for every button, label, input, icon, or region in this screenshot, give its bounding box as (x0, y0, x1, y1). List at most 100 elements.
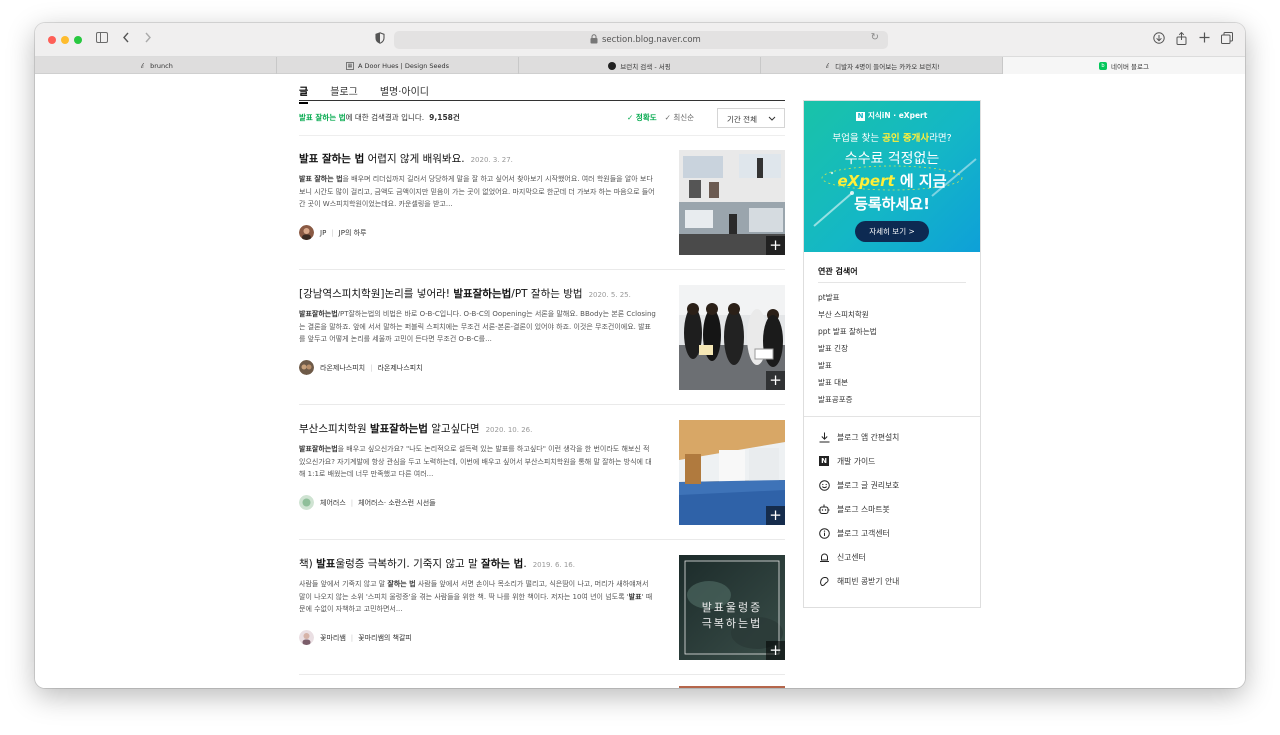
happybean-link[interactable]: 해피빈 콩받기 안내 (818, 575, 899, 587)
url-text: section.blog.naver.com (602, 35, 701, 45)
list-item-partial (679, 686, 785, 688)
avatar (299, 630, 314, 645)
period-label: 기간 전체 (727, 115, 757, 124)
related-search-item[interactable]: 부산 스피치학원 (818, 309, 869, 320)
privacy-shield-icon[interactable] (375, 32, 385, 49)
tab-design-seeds[interactable]: ▦ A Door Hues | Design Seeds (277, 57, 519, 74)
result-snippet: 발표 잘하는 법을 배우며 리더십까지 길러서 당당하게 말을 잘 하고 싶어서… (299, 173, 657, 211)
dev-guide-link[interactable]: N 개발 가이드 (818, 455, 875, 467)
sort-accuracy[interactable]: ✓ 정확도 (627, 112, 657, 123)
add-icon[interactable]: + (766, 236, 785, 255)
tab-label: 네이버 블로그 (1111, 62, 1149, 71)
related-search-item[interactable]: 발표공포증 (818, 394, 853, 405)
blog-name: JP의 하루 (338, 228, 367, 237)
add-icon[interactable]: + (766, 371, 785, 390)
list-item[interactable]: 책) 발표울렁증 극복하기. 기죽지 않고 말 잘하는 법. 2019. 6. 1… (299, 541, 785, 675)
list-item[interactable]: 발표 잘하는 법 어렵지 않게 배워봐요. 2020. 3. 27. 발표 잘하는… (299, 136, 785, 270)
customer-center-link[interactable]: 블로그 고객센터 (818, 527, 890, 539)
related-search-item[interactable]: ppt 발표 잘하는법 (818, 326, 877, 337)
tab-naver-blog[interactable]: b 네이버 블로그 (1003, 57, 1245, 74)
ad-l1-highlight: 공인 중개사 (882, 133, 930, 144)
result-title-text: 발표 잘하는 법 어렵지 않게 배워봐요. (299, 153, 465, 165)
result-summary: 발표 잘하는 법에 대한 검색결과 입니다. 9,158건 (299, 112, 460, 123)
tab-overview-icon[interactable] (1221, 32, 1233, 49)
related-search-item[interactable]: 발표 (818, 360, 832, 371)
related-search-item[interactable]: pt발표 (818, 292, 840, 303)
highlight-text: 발표잘하는법 (369, 423, 428, 435)
result-title[interactable]: 책) 발표울렁증 극복하기. 기죽지 않고 말 잘하는 법. 2019. 6. 1… (299, 556, 674, 571)
highlight-text: 발표 잘하는 법 (299, 175, 343, 183)
result-author[interactable]: 꽃마리쌤 | 꽃마리쌤의 책갈피 (299, 630, 412, 645)
highlight-text: 발표잘하는법 (453, 288, 512, 300)
result-date: 2020. 5. 25. (588, 291, 631, 299)
share-icon[interactable] (1176, 31, 1187, 50)
lock-icon (590, 34, 598, 44)
related-search-item[interactable]: 발표 긴장 (818, 343, 848, 354)
period-select[interactable]: 기간 전체 (717, 108, 785, 128)
link-label: 블로그 앱 간편설치 (837, 432, 900, 442)
check-icon: ✓ (627, 113, 634, 122)
author-name: 라온제나스피치 (320, 363, 366, 372)
sort-accuracy-label: 정확도 (635, 113, 657, 122)
result-title[interactable]: [강남역스피치학원]논리를 넣어라! 발표잘하는법/PT 잘하는 방법 2020.… (299, 286, 674, 301)
author-name: 체어러스 (320, 498, 346, 507)
result-date: 2019. 6. 16. (532, 561, 575, 569)
bell-icon (818, 551, 830, 563)
result-author[interactable]: 체어러스 | 체어러스· 소란스런 시선들 (299, 495, 436, 510)
smartbot-link[interactable]: 블로그 스마트봇 (818, 503, 890, 515)
ad-detail-button[interactable]: 자세히 보기 > (855, 221, 929, 242)
text-segment: 사람들 앞에서 기죽지 않고 말 (299, 580, 388, 588)
back-icon[interactable] (122, 32, 130, 48)
text-segment: 울렁증 극복하기. 기죽지 않고 말 (335, 558, 482, 570)
tab-kakao-brunch[interactable]: 𝒷 디발자 4명이 들어보는 카카오 브런치! (761, 57, 1003, 74)
sidebar-toggle-icon[interactable] (96, 32, 108, 48)
author-name: 꽃마리쌤 (320, 633, 346, 642)
smile-icon (818, 479, 830, 491)
list-item[interactable]: [강남역스피치학원]논리를 넣어라! 발표잘하는법/PT 잘하는 방법 2020.… (299, 271, 785, 405)
download-icon (818, 431, 830, 443)
address-bar[interactable]: section.blog.naver.com ↻ (394, 31, 888, 49)
bean-icon (818, 575, 830, 587)
dark-circle-icon (608, 61, 617, 70)
separator: | (350, 633, 354, 642)
highlight-text: 잘하는 법 (481, 558, 524, 570)
new-tab-icon[interactable] (1199, 32, 1210, 48)
minimize-window-button[interactable] (61, 36, 69, 44)
list-item[interactable]: 부산스피치학원 발표잘하는법 알고싶다면 2020. 10. 26. 발표잘하는법… (299, 406, 785, 540)
add-icon[interactable]: + (766, 641, 785, 660)
forward-icon[interactable] (144, 32, 152, 48)
result-title[interactable]: 발표 잘하는 법 어렵지 않게 배워봐요. 2020. 3. 27. (299, 151, 674, 166)
sidebar-divider (804, 416, 980, 417)
result-thumbnail[interactable]: 발표울렁증 극복하는법 + (679, 555, 785, 660)
ad-headline-4: 등록하세요! (854, 195, 930, 213)
result-date: 2020. 3. 27. (470, 156, 513, 164)
expert-logo-text: eXpert (837, 172, 895, 190)
result-thumbnail[interactable]: + (679, 420, 785, 525)
result-author[interactable]: JP | JP의 하루 (299, 225, 367, 240)
result-thumbnail[interactable]: + (679, 285, 785, 390)
ad-l1-post: 라면? (929, 133, 952, 144)
add-icon[interactable]: + (766, 506, 785, 525)
tab-brunch-search[interactable]: 브런치 검색 - 서핑 (519, 57, 761, 74)
expert-ad-banner[interactable]: N 지식iN · eXpert 부업을 찾는 공인 중개사라면? 수수료 걱정없는… (804, 101, 980, 252)
ad-l3-rest: 에 지금 (894, 172, 947, 190)
sort-latest[interactable]: ✓ 최신순 (665, 112, 694, 123)
related-search-item[interactable]: 발표 대본 (818, 377, 848, 388)
rights-protection-link[interactable]: 블로그 글 권리보호 (818, 479, 899, 491)
reload-icon[interactable]: ↻ (871, 32, 879, 43)
tab-brunch[interactable]: 𝒷 brunch (35, 57, 277, 74)
result-thumbnail[interactable]: + (679, 150, 785, 255)
result-author[interactable]: 라온제나스피치 | 라온제나스피치 (299, 360, 423, 375)
naver-n-icon: N (856, 112, 865, 121)
zoom-window-button[interactable] (74, 36, 82, 44)
app-install-link[interactable]: 블로그 앱 간편설치 (818, 431, 899, 443)
report-center-link[interactable]: 신고센터 (818, 551, 866, 563)
text-segment: 부산스피치학원 (299, 423, 370, 435)
result-title[interactable]: 부산스피치학원 발표잘하는법 알고싶다면 2020. 10. 26. (299, 421, 674, 436)
summary-keyword: 발표 잘하는 법 (299, 113, 346, 122)
separator: | (350, 498, 354, 507)
tab-label: 디발자 4명이 들어보는 카카오 브런치! (835, 62, 940, 71)
close-window-button[interactable] (48, 36, 56, 44)
chevron-down-icon (768, 116, 776, 121)
download-icon[interactable] (1153, 32, 1165, 49)
